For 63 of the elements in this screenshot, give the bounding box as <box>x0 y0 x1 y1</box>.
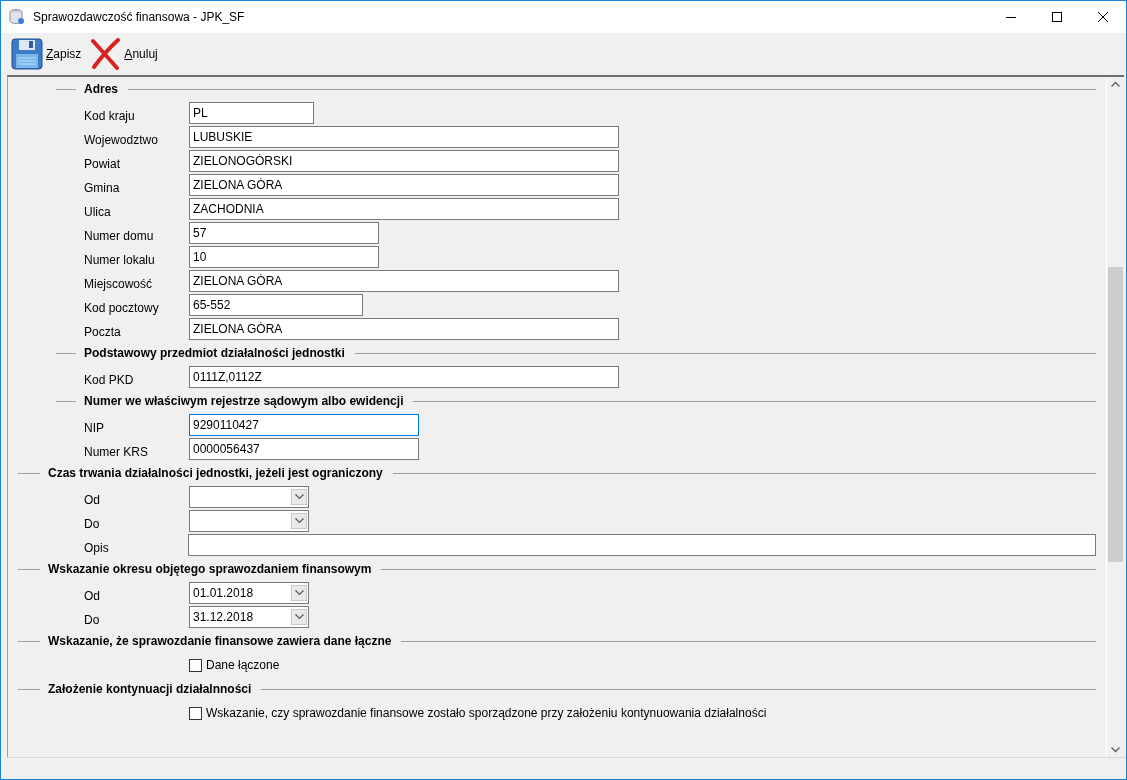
save-button[interactable]: Zapisz <box>9 36 84 72</box>
text-field[interactable]: ZIELONA GÓRA <box>189 174 619 196</box>
maximize-icon <box>1052 12 1062 22</box>
chevron-down-icon <box>294 518 304 524</box>
field-label: Poczta <box>83 325 122 339</box>
checkbox-label[interactable]: Dane łączone <box>206 658 280 672</box>
field-label: Kod pocztowy <box>83 301 160 315</box>
field-label: Od <box>83 589 101 603</box>
field-label: Od <box>83 493 101 507</box>
window-title: Sprawozdawczość finansowa - JPK_SF <box>33 10 246 24</box>
scroll-up-icon[interactable] <box>1111 81 1120 87</box>
date-dropdown[interactable] <box>189 510 309 532</box>
text-field[interactable]: 57 <box>189 222 379 244</box>
section-title: Czas trwania działalności jednostki, jeżeli jest ograniczony <box>48 466 383 480</box>
field-label: Do <box>83 613 101 627</box>
date-dropdown[interactable] <box>189 486 309 508</box>
field-label: Numer domu <box>83 229 155 243</box>
checkbox[interactable] <box>189 658 202 672</box>
date-dropdown[interactable]: 31.12.2018 <box>189 606 309 628</box>
field-label: Gmina <box>83 181 121 195</box>
text-field[interactable]: ZIELONA GÓRA <box>189 270 619 292</box>
field-label: Miejscowość <box>83 277 153 291</box>
checkbox-label[interactable]: Wskazanie, czy sprawozdanie finansowe zostało sporządzone przy założeniu kontynuowania działalności <box>206 706 767 720</box>
field-label: Do <box>83 517 101 531</box>
text-field[interactable]: 9290110427 <box>189 414 419 436</box>
cancel-button[interactable]: Anuluj <box>87 36 160 72</box>
section-title: Podstawowy przedmiot działalności jednostki <box>84 346 345 360</box>
text-field[interactable]: ZACHODNIA <box>189 198 619 220</box>
chevron-down-icon <box>294 494 304 500</box>
text-field[interactable]: ZIELONA GÓRA <box>189 318 619 340</box>
text-field[interactable]: 10 <box>189 246 379 268</box>
field-label: Opis <box>83 541 110 555</box>
section-title: Adres <box>84 82 118 96</box>
field-label: NIP <box>83 421 105 435</box>
text-field[interactable]: 0111Z,0112Z <box>189 366 619 388</box>
text-field[interactable]: 65-552 <box>189 294 363 316</box>
checkbox[interactable] <box>189 706 202 720</box>
text-field[interactable]: LUBUSKIE <box>189 126 619 148</box>
scrollbar-thumb[interactable] <box>1108 267 1123 562</box>
database-icon <box>9 9 25 25</box>
minimize-icon <box>1006 16 1016 18</box>
field-label: Wojewodztwo <box>83 133 159 147</box>
text-field[interactable]: ZIELONOGÓRSKI <box>189 150 619 172</box>
vertical-scrollbar[interactable] <box>1106 77 1124 757</box>
section-title: Wskazanie, że sprawozdanie finansowe zawiera dane łączne <box>48 634 392 648</box>
section-title: Numer we właściwym rejestrze sądowym albo ewidencji <box>84 394 404 408</box>
text-field[interactable]: PL <box>189 102 314 124</box>
text-field[interactable]: 0000056437 <box>189 438 419 460</box>
section-title: Założenie kontynuacji działalnności <box>48 682 252 696</box>
field-label: Kod PKD <box>83 373 135 387</box>
field-label: Powiat <box>83 157 122 171</box>
cancel-icon <box>89 38 122 70</box>
scroll-down-icon[interactable] <box>1111 747 1120 753</box>
date-dropdown[interactable]: 01.01.2018 <box>189 582 309 604</box>
section-title: Wskazanie okresu objętego sprawozdaniem finansowym <box>48 562 372 576</box>
field-label: Ulica <box>83 205 112 219</box>
chevron-down-icon <box>294 590 304 596</box>
field-label: Kod kraju <box>83 109 136 123</box>
field-label: Numer KRS <box>83 445 149 459</box>
chevron-down-icon <box>294 614 304 620</box>
close-icon <box>1098 12 1108 22</box>
text-field[interactable] <box>188 534 1096 556</box>
field-label: Numer lokalu <box>83 253 156 267</box>
